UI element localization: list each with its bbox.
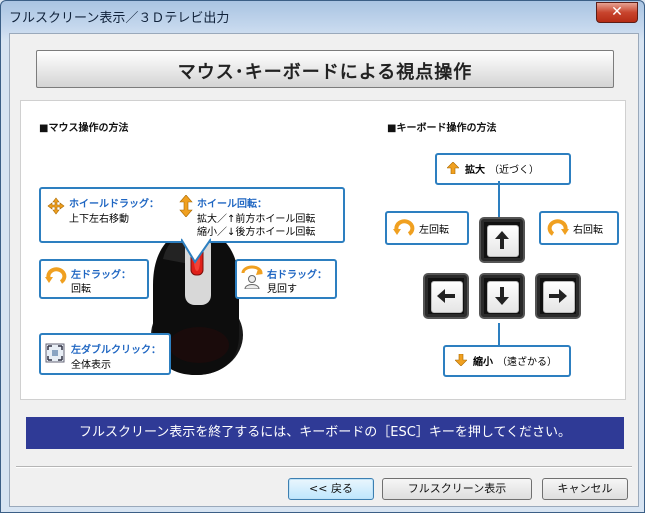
fullscreen-button[interactable]: フルスクリーン表示	[382, 478, 532, 500]
close-button[interactable]: ✕	[596, 2, 638, 23]
rotate-left-icon	[45, 267, 67, 284]
arrow-right-icon	[549, 289, 567, 303]
connector-line-top	[498, 181, 500, 217]
zoom-out-label: 縮小	[473, 357, 493, 368]
right-drag-desc: 見回す	[267, 284, 297, 295]
instruction-panel: ■マウス操作の方法 ホイールドラッグ： 上下左右移動 ホイール回転： 拡大／↑前…	[20, 100, 626, 400]
arrow-down-icon	[495, 287, 509, 305]
left-drag-bubble: 左ドラッグ： 回転	[39, 259, 149, 299]
arrow-left-key[interactable]	[423, 273, 469, 319]
back-button[interactable]: << 戻る	[288, 478, 374, 500]
wheel-operations-bubble: ホイールドラッグ： 上下左右移動 ホイール回転： 拡大／↑前方ホイール回転 縮小…	[39, 187, 345, 243]
down-arrow-icon	[455, 354, 467, 366]
right-drag-label: 右ドラッグ：	[267, 270, 327, 281]
left-double-click-desc: 全体表示	[71, 360, 111, 371]
arrow-right-key[interactable]	[535, 273, 581, 319]
cancel-button[interactable]: キャンセル	[542, 478, 628, 500]
left-double-click-bubble: 左ダブルクリック： 全体表示	[39, 333, 171, 375]
rotate-right-label: 右回転	[573, 225, 603, 236]
title-bar[interactable]: フルスクリーン表示／３Ｄテレビ出力 ✕	[1, 1, 644, 29]
dialog-window: フルスクリーン表示／３Ｄテレビ出力 ✕ マウス･キーボードによる視点操作 ■マウ…	[0, 0, 645, 513]
dialog-body: マウス･キーボードによる視点操作 ■マウス操作の方法 ホイールドラッグ： 上下左…	[9, 33, 639, 507]
person-look-icon	[241, 265, 263, 289]
wheel-drag-desc: 上下左右移動	[69, 214, 129, 225]
zoom-out-bubble: 縮小 （遠ざかる）	[443, 345, 571, 377]
zoom-in-label: 拡大	[465, 165, 485, 176]
right-drag-bubble: 右ドラッグ： 見回す	[235, 259, 337, 299]
rotate-right-bubble: 右回転	[539, 211, 619, 245]
esc-instruction-banner: フルスクリーン表示を終了するには、キーボードの［ESC］キーを押してください。	[26, 417, 624, 449]
rotate-left-icon	[393, 219, 415, 236]
arrow-up-icon	[495, 231, 509, 249]
divider	[16, 466, 632, 468]
rotate-right-icon	[547, 219, 569, 236]
left-double-click-label: 左ダブルクリック：	[71, 345, 161, 356]
wheel-rotate-label: ホイール回転：	[197, 199, 267, 210]
mouse-section-title: ■マウス操作の方法	[39, 123, 129, 134]
fit-view-icon	[45, 343, 65, 363]
left-drag-label: 左ドラッグ：	[71, 270, 131, 281]
keyboard-section-title: ■キーボード操作の方法	[387, 123, 497, 134]
move-arrows-icon	[47, 197, 65, 215]
bubble-pointer	[181, 238, 211, 264]
page-title: マウス･キーボードによる視点操作	[177, 62, 473, 83]
up-down-arrow-icon	[179, 195, 193, 217]
wheel-rotate-line2: 縮小／↓後方ホイール回転	[197, 227, 316, 238]
arrow-left-icon	[437, 289, 455, 303]
zoom-in-note: （近づく）	[489, 165, 539, 176]
arrow-up-key[interactable]	[479, 217, 525, 263]
rotate-left-label: 左回転	[419, 225, 449, 236]
left-drag-desc: 回転	[71, 284, 91, 295]
rotate-left-bubble: 左回転	[385, 211, 469, 245]
zoom-out-note: （遠ざかる）	[497, 357, 557, 368]
window-title: フルスクリーン表示／３Ｄテレビ出力	[9, 11, 230, 26]
up-arrow-icon	[447, 162, 459, 174]
arrow-down-key[interactable]	[479, 273, 525, 319]
heading-panel: マウス･キーボードによる視点操作	[36, 50, 614, 88]
wheel-drag-label: ホイールドラッグ：	[69, 199, 159, 210]
